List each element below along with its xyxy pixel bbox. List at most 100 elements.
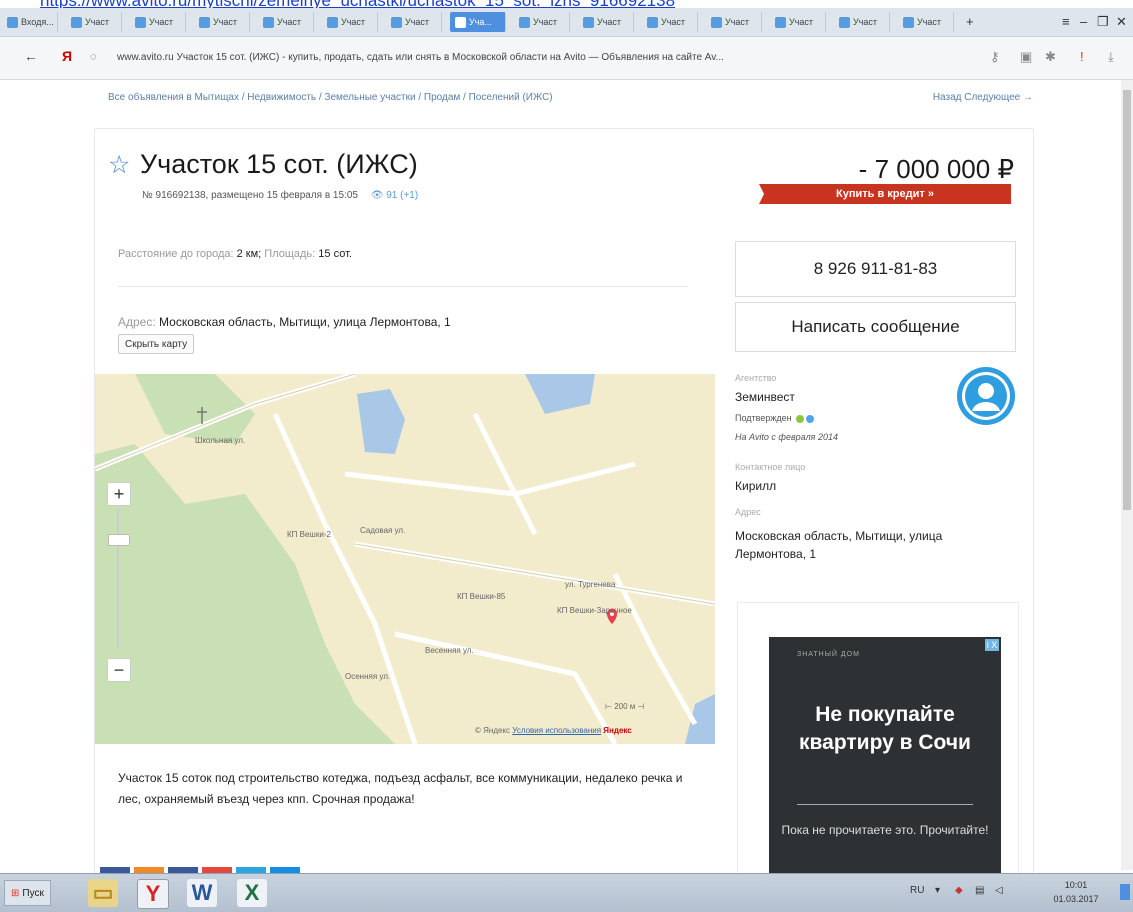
map-label: Весенняя ул. <box>425 646 474 655</box>
phone-button[interactable]: 8 926 911-81-83 <box>735 241 1016 297</box>
download-icon[interactable]: ⤓ <box>1108 49 1114 65</box>
price-value: 7 000 000 ₽ <box>874 154 1014 184</box>
tab-favicon-icon <box>519 16 530 28</box>
map-scale-value: 200 м <box>614 702 636 711</box>
windows-logo-icon: ⊞ <box>11 887 20 899</box>
menu-icon[interactable]: ≡ <box>1062 14 1070 29</box>
taskbar: ⊞ Пуск ▭ Y W X RU ▾ ◆ ▤ ◁ 10:01 01.03.20… <box>0 873 1133 912</box>
yandex-logo-icon[interactable]: Я <box>62 48 72 64</box>
avatar[interactable] <box>957 367 1015 425</box>
excel-icon[interactable]: X <box>237 879 267 907</box>
close-window-icon[interactable]: ✕ <box>1116 14 1127 30</box>
map-scale: ⊢ 200 м ⊣ <box>605 702 645 711</box>
browser-tab[interactable]: Участ <box>898 12 954 32</box>
zoom-slider-track[interactable] <box>117 508 119 648</box>
agency-label: Агентство <box>735 373 777 383</box>
browser-tab[interactable]: Участ <box>578 12 634 32</box>
browser-tab[interactable]: Участ <box>322 12 378 32</box>
hide-map-button[interactable]: Скрыть карту <box>118 334 195 354</box>
start-button[interactable]: ⊞ Пуск <box>4 880 51 906</box>
prev-next-links[interactable]: Назад Следующее → <box>933 92 1033 103</box>
map-terms-link[interactable]: Условия использования <box>512 726 601 735</box>
yandex-logo[interactable]: Яндекс <box>603 726 631 735</box>
browser-tab[interactable]: Участ <box>258 12 314 32</box>
lake-2 <box>525 374 595 414</box>
back-icon[interactable]: ← <box>24 48 38 64</box>
browser-tab[interactable]: Участ <box>194 12 250 32</box>
tab-bar: ≡ – ❐ ✕ Входя... Участ Участ Участ Участ Учас… <box>0 8 1133 37</box>
ad-divider <box>797 804 973 805</box>
browser-tab[interactable]: Участ <box>706 12 762 32</box>
price: - 7 000 000 ₽ <box>858 154 1014 184</box>
breadcrumb[interactable]: Все объявления в Мытищах / Недвижимость … <box>108 92 553 103</box>
zoom-out-button[interactable]: − <box>107 658 131 682</box>
address-value: Московская область, Мытищи, улица Лермон… <box>159 315 451 329</box>
map-copyright: © Яндекс Условия использования Яндекс <box>475 726 632 735</box>
restore-icon[interactable]: ❐ <box>1097 14 1109 30</box>
agency-name[interactable]: Земинвест <box>735 390 795 404</box>
browser-tab[interactable]: Участ <box>66 12 122 32</box>
start-label: Пуск <box>22 887 44 899</box>
zoom-slider-handle[interactable] <box>108 534 130 546</box>
browser-tab[interactable]: Участ <box>130 12 186 32</box>
ad-close-icon[interactable]: i X <box>985 639 999 651</box>
top-url-strip: https://www.avito.ru/mytischi/zemelnye_u… <box>0 0 1133 8</box>
tab-label: Участ <box>661 17 686 27</box>
tab-favicon-icon <box>135 16 146 28</box>
map-label: Садовая ул. <box>360 526 406 535</box>
contact-label: Контактное лицо <box>735 462 806 472</box>
file-explorer-icon[interactable]: ▭ <box>88 879 118 907</box>
network-icon[interactable]: ▤ <box>975 885 984 896</box>
volume-icon[interactable]: ◁ <box>995 885 1003 896</box>
buy-on-credit-button[interactable]: Купить в кредит » <box>759 184 1011 204</box>
map-label: ул. Тургенева <box>565 580 616 589</box>
advertisement-banner[interactable]: i X ЗНАТНЫЙ ДОМ Не покупайте квартиру в … <box>769 637 1001 873</box>
minimize-icon[interactable]: – <box>1080 14 1087 29</box>
distance-value: 2 км; <box>236 248 262 260</box>
new-tab-button[interactable]: + <box>966 14 974 29</box>
clock[interactable]: 10:01 01.03.2017 <box>1048 878 1104 906</box>
browser-tab[interactable]: Участ <box>386 12 442 32</box>
extensions-icon[interactable]: ✱ <box>1045 49 1056 65</box>
notification-icon[interactable]: ! <box>1080 49 1084 64</box>
clock-time: 10:01 <box>1064 880 1088 890</box>
map-label: Школьная ул. <box>195 436 246 445</box>
tab-label: Входя... <box>21 17 54 27</box>
scrollbar-thumb[interactable] <box>1123 90 1131 510</box>
address-bar[interactable]: www.avito.ru Участок 15 сот. (ИЖС) - куп… <box>117 52 897 63</box>
word-icon[interactable]: W <box>187 879 217 907</box>
browser-tab[interactable]: Участ <box>642 12 698 32</box>
tray-arrow-icon[interactable]: ▾ <box>935 885 940 896</box>
tab-favicon-icon <box>775 16 786 28</box>
yandex-browser-icon[interactable]: Y <box>137 879 169 909</box>
show-desktop-button[interactable] <box>1120 884 1130 900</box>
tab-label: Участ <box>213 17 238 27</box>
map-label: КП Вешки-85 <box>457 592 506 601</box>
tab-label: Участ <box>405 17 430 27</box>
browser-tab[interactable]: Уча... <box>450 12 506 32</box>
tray-app-icon[interactable]: ◆ <box>955 885 963 896</box>
page-scrollbar[interactable] <box>1121 80 1133 870</box>
lake-1 <box>357 389 405 454</box>
key-icon[interactable]: ⚷ <box>990 49 1000 65</box>
tab-favicon-icon <box>583 16 594 28</box>
favorite-star-icon[interactable]: ☆ <box>108 150 130 180</box>
tab-label: Участ <box>277 17 302 27</box>
tab-label: Участ <box>917 17 942 27</box>
browser-tab[interactable]: Участ <box>514 12 570 32</box>
member-since: На Avito с февраля 2014 <box>735 432 838 442</box>
forest-area <box>95 444 395 744</box>
map-label: КП Вешки-Заречное <box>557 606 632 615</box>
zoom-in-button[interactable]: + <box>107 482 131 506</box>
tab-favicon-icon <box>455 16 466 28</box>
listing-number-date: № 916692138, размещено 15 февраля в 15:0… <box>142 190 358 201</box>
browser-tab[interactable]: Входя... <box>2 12 58 32</box>
browser-tab[interactable]: Участ <box>834 12 890 32</box>
listing-meta: № 916692138, размещено 15 февраля в 15:0… <box>142 190 418 201</box>
language-indicator[interactable]: RU <box>910 885 924 896</box>
browser-tab[interactable]: Участ <box>770 12 826 32</box>
write-message-button[interactable]: Написать сообщение <box>735 302 1016 352</box>
bookmark-icon[interactable]: ▣ <box>1020 49 1032 65</box>
yandex-map[interactable]: + − КП Вешки-2 Садовая ул. КП Вешки-85 К… <box>95 374 715 744</box>
listing-address: Адрес: Московская область, Мытищи, улица… <box>118 315 451 329</box>
